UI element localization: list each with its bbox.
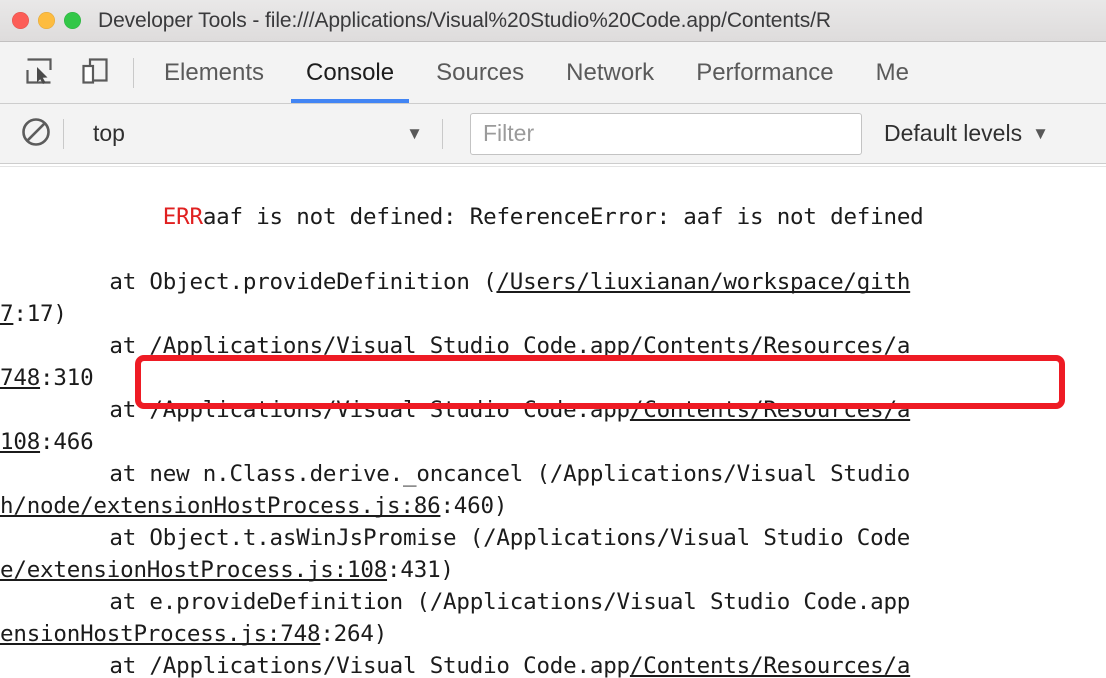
execution-context-label: top xyxy=(93,120,125,146)
console-error-message[interactable]: ERRaaf is not defined: ReferenceError: a… xyxy=(0,167,1106,266)
stack-frame-line[interactable]: at /Applications/Visual Studio Code.app/… xyxy=(0,330,1106,362)
tab-console-label: Console xyxy=(306,58,395,86)
stack-frame-link-cont[interactable]: 108 xyxy=(0,429,40,455)
tab-performance-label: Performance xyxy=(696,58,834,86)
devtools-tabs: Elements Console Sources Network Perform… xyxy=(143,42,1106,103)
chevron-down-icon: ▼ xyxy=(406,124,423,143)
tab-memory[interactable]: Me xyxy=(855,42,930,103)
stack-frame-text: at Object.provideDefinition ( xyxy=(56,269,497,295)
minimize-button[interactable] xyxy=(38,12,55,29)
stack-frame-link[interactable]: /Contents/Resources/a xyxy=(630,333,910,359)
stack-frame-link[interactable]: /Contents/Resources/a xyxy=(630,653,910,678)
stack-frame-text-cont: :431) xyxy=(387,557,454,583)
log-levels-label: Default levels xyxy=(884,120,1023,146)
error-level-badge: ERR xyxy=(162,204,203,230)
console-message-list[interactable]: rkspace/github/vscode-plugin-demo/src/ho… xyxy=(0,164,1106,678)
stack-frame-link-cont[interactable]: h/node/extensionHostProcess.js:86 xyxy=(0,493,441,519)
device-toolbar-button[interactable] xyxy=(72,50,118,96)
stack-frame-link-cont[interactable]: 748 xyxy=(0,365,40,391)
stack-frame-line[interactable]: at e.provideDefinition (/Applications/Vi… xyxy=(0,586,1106,618)
stack-frame-continuation[interactable]: 7:17) xyxy=(0,298,1106,330)
stack-frame-text: at Object.t.asWinJsPromise (/Application… xyxy=(56,525,911,551)
stack-frame-text: at e.provideDefinition (/Applications/Vi… xyxy=(56,589,911,615)
stack-frame-text-cont: :466 xyxy=(40,429,94,455)
devtools-tool-icons xyxy=(0,50,143,96)
filter-input[interactable] xyxy=(470,112,862,155)
maximize-button[interactable] xyxy=(64,12,81,29)
stack-frame-text-cont: :460) xyxy=(440,493,508,519)
stack-frame-line[interactable]: at new n.Class.derive._oncancel (/Applic… xyxy=(0,458,1106,490)
toolbar-divider xyxy=(133,57,134,88)
close-button[interactable] xyxy=(12,12,29,29)
stack-frame-link[interactable]: /Contents/Resources/a xyxy=(630,397,910,423)
stack-frame-continuation[interactable]: 108:466 xyxy=(0,426,1106,458)
stack-frame-text: at /Applications/Visual Studio Code.app xyxy=(56,397,630,423)
window-titlebar: Developer Tools - file:///Applications/V… xyxy=(0,0,1106,42)
stack-frame-link[interactable]: /Users/liuxianan/workspace/gith xyxy=(496,269,910,295)
stack-frame-text: at /Applications/Visual Studio Code.app xyxy=(56,333,630,359)
error-message-text: aaf is not defined: ReferenceError: aaf … xyxy=(202,204,924,230)
filterbar-divider-2 xyxy=(442,118,443,149)
tab-sources-label: Sources xyxy=(436,58,525,86)
stack-frame-line[interactable]: at /Applications/Visual Studio Code.app/… xyxy=(0,650,1106,678)
stack-frame-continuation[interactable]: ensionHostProcess.js:748:264) xyxy=(0,618,1106,650)
console-stack-trace: at Object.provideDefinition (/Users/liux… xyxy=(0,266,1106,678)
window-title: Developer Tools - file:///Applications/V… xyxy=(98,8,831,32)
stack-frame-line[interactable]: at Object.provideDefinition (/Users/liux… xyxy=(0,266,1106,298)
devtools-window: Developer Tools - file:///Applications/V… xyxy=(0,0,1106,678)
tab-network-label: Network xyxy=(566,58,655,86)
tab-performance[interactable]: Performance xyxy=(675,42,854,103)
stack-frame-text-cont: :310 xyxy=(40,365,94,391)
stack-frame-continuation[interactable]: h/node/extensionHostProcess.js:86:460) xyxy=(0,490,1106,522)
chevron-down-icon-levels: ▼ xyxy=(1032,124,1049,143)
filterbar-divider xyxy=(63,118,64,149)
stack-frame-continuation[interactable]: e/extensionHostProcess.js:108:431) xyxy=(0,554,1106,586)
clear-console-icon xyxy=(20,116,52,151)
stack-frame-link-cont[interactable]: 7 xyxy=(0,301,14,327)
window-controls xyxy=(0,12,81,29)
inspect-element-icon xyxy=(24,56,54,89)
inspect-element-button[interactable] xyxy=(16,50,62,96)
stack-frame-continuation[interactable]: 748:310 xyxy=(0,362,1106,394)
tab-memory-label: Me xyxy=(875,58,909,86)
console-filterbar: top ▼ Default levels ▼ xyxy=(0,104,1106,164)
tab-sources[interactable]: Sources xyxy=(415,42,545,103)
stack-frame-line[interactable]: at /Applications/Visual Studio Code.app/… xyxy=(0,394,1106,426)
stack-frame-text-cont: :17) xyxy=(13,301,67,327)
log-levels-selector[interactable]: Default levels ▼ xyxy=(884,120,1049,147)
stack-frame-link-cont[interactable]: e/extensionHostProcess.js:108 xyxy=(0,557,387,583)
tab-network[interactable]: Network xyxy=(545,42,675,103)
stack-frame-link-cont[interactable]: ensionHostProcess.js:748 xyxy=(0,621,321,647)
stack-frame-line[interactable]: at Object.t.asWinJsPromise (/Application… xyxy=(0,522,1106,554)
tab-console[interactable]: Console xyxy=(285,42,415,103)
clear-console-button[interactable] xyxy=(14,112,58,156)
devtools-tabbar: Elements Console Sources Network Perform… xyxy=(0,42,1106,104)
execution-context-selector[interactable]: top ▼ xyxy=(79,112,437,156)
stack-frame-text-cont: :264) xyxy=(320,621,388,647)
stack-frame-text: at /Applications/Visual Studio Code.app xyxy=(56,653,630,678)
device-toolbar-icon xyxy=(80,56,110,89)
tab-elements[interactable]: Elements xyxy=(143,42,285,103)
stack-frame-text: at new n.Class.derive._oncancel (/Applic… xyxy=(56,461,911,487)
tab-elements-label: Elements xyxy=(164,58,265,86)
console-scroll-content: rkspace/github/vscode-plugin-demo/src/ho… xyxy=(0,164,1106,678)
